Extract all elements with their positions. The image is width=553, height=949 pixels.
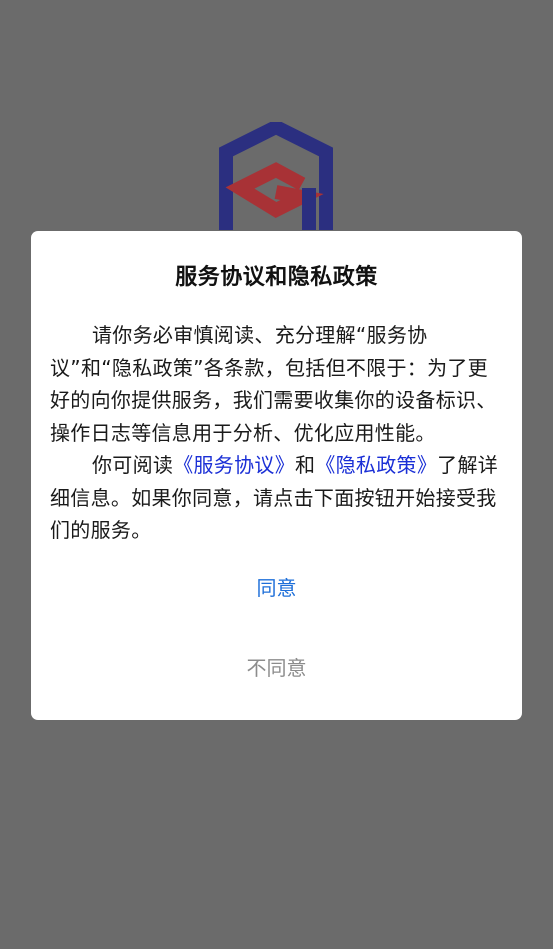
service-agreement-link[interactable]: 《服务协议》 — [173, 453, 295, 477]
paragraph-2-prefix: 你可阅读 — [92, 453, 174, 477]
agree-button[interactable]: 同意 — [31, 573, 522, 603]
hexagon-g-logo-icon — [219, 122, 333, 230]
dialog-title: 服务协议和隐私政策 — [175, 265, 378, 290]
agreement-paragraph-1: 请你务必审慎阅读、充分理解“服务协议”和“隐私政策”各条款，包括但不限于：为了更… — [50, 323, 497, 445]
app-screen: 服务协议和隐私政策 请你务必审慎阅读、充分理解“服务协议”和“隐私政策”各条款，… — [0, 0, 553, 949]
paragraph-2-and: 和 — [295, 453, 316, 477]
privacy-agreement-dialog: 服务协议和隐私政策 请你务必审慎阅读、充分理解“服务协议”和“隐私政策”各条款，… — [31, 231, 522, 720]
dialog-body: 请你务必审慎阅读、充分理解“服务协议”和“隐私政策”各条款，包括但不限于：为了更… — [50, 319, 502, 547]
privacy-policy-link[interactable]: 《隐私政策》 — [315, 453, 437, 477]
disagree-button[interactable]: 不同意 — [31, 653, 522, 683]
agreement-paragraph-2: 你可阅读《服务协议》和《隐私政策》了解详细信息。如果你同意，请点击下面按钮开始接… — [50, 449, 502, 547]
